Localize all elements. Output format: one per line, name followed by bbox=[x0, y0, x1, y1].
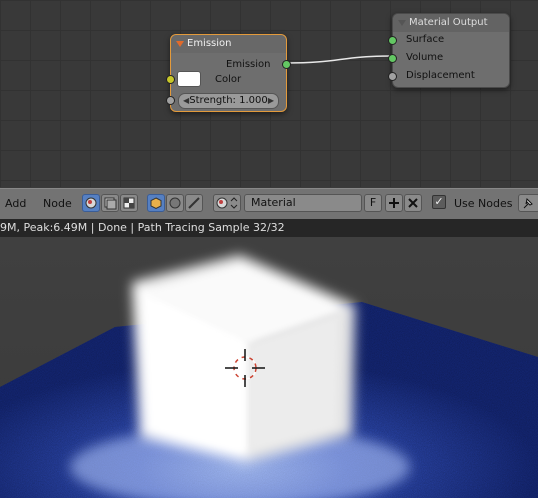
3d-viewport-render[interactable] bbox=[0, 237, 538, 498]
node-editor-header: Add Node Material F ✓ Use Nodes bbox=[0, 188, 538, 220]
displacement-input-socket[interactable] bbox=[388, 72, 397, 81]
strength-value: Strength: 1.000 bbox=[189, 95, 268, 106]
decrement-arrow-icon[interactable]: ◀ bbox=[183, 94, 189, 108]
color-input-socket[interactable] bbox=[166, 75, 175, 84]
color-swatch[interactable] bbox=[177, 71, 201, 87]
collapse-triangle-icon[interactable] bbox=[398, 20, 406, 26]
increment-arrow-icon[interactable]: ▶ bbox=[268, 94, 274, 108]
line-style-icon[interactable] bbox=[185, 194, 203, 212]
add-material-icon[interactable] bbox=[385, 194, 403, 212]
emission-output-label: Emission bbox=[226, 59, 271, 70]
strength-input-socket[interactable] bbox=[166, 96, 175, 105]
texture-nodes-icon[interactable] bbox=[120, 194, 138, 212]
pin-icon[interactable] bbox=[518, 194, 538, 212]
shader-nodes-icon[interactable] bbox=[82, 194, 100, 212]
render-status-bar: 9M, Peak:6.49M | Done | Path Tracing Sam… bbox=[0, 219, 538, 237]
add-menu[interactable]: Add bbox=[5, 197, 26, 210]
strength-field[interactable]: ◀ Strength: 1.000 ▶ bbox=[178, 93, 279, 109]
material-name-field[interactable]: Material bbox=[244, 194, 362, 212]
rendered-scene bbox=[0, 255, 538, 498]
displacement-label: Displacement bbox=[406, 70, 475, 81]
material-output-title: Material Output bbox=[409, 17, 488, 28]
unlink-material-icon[interactable] bbox=[404, 194, 422, 212]
node-editor[interactable]: Emission Emission Color ◀ Strength: 1.00… bbox=[0, 0, 538, 187]
emission-node-header[interactable]: Emission bbox=[171, 35, 286, 53]
volume-label: Volume bbox=[406, 52, 444, 63]
use-nodes-checkbox[interactable]: ✓ bbox=[432, 195, 446, 209]
compositing-nodes-icon[interactable] bbox=[101, 194, 119, 212]
emission-node[interactable]: Emission Emission Color ◀ Strength: 1.00… bbox=[166, 34, 291, 112]
node-menu[interactable]: Node bbox=[43, 197, 72, 210]
object-shader-icon[interactable] bbox=[147, 194, 165, 212]
emission-output-socket[interactable] bbox=[282, 60, 291, 69]
surface-label: Surface bbox=[406, 34, 445, 45]
material-output-node[interactable]: Material Output Surface Volume Displacem… bbox=[388, 13, 510, 88]
surface-input-socket[interactable] bbox=[388, 36, 397, 45]
volume-input-socket[interactable] bbox=[388, 54, 397, 63]
material-browse-button[interactable] bbox=[213, 194, 241, 212]
world-shader-icon[interactable] bbox=[166, 194, 184, 212]
emission-node-title: Emission bbox=[187, 38, 232, 49]
use-nodes-label: Use Nodes bbox=[454, 197, 513, 210]
material-output-header[interactable]: Material Output bbox=[393, 14, 509, 32]
collapse-triangle-icon[interactable] bbox=[176, 41, 184, 47]
fake-user-button[interactable]: F bbox=[364, 194, 382, 212]
color-label: Color bbox=[215, 74, 242, 85]
